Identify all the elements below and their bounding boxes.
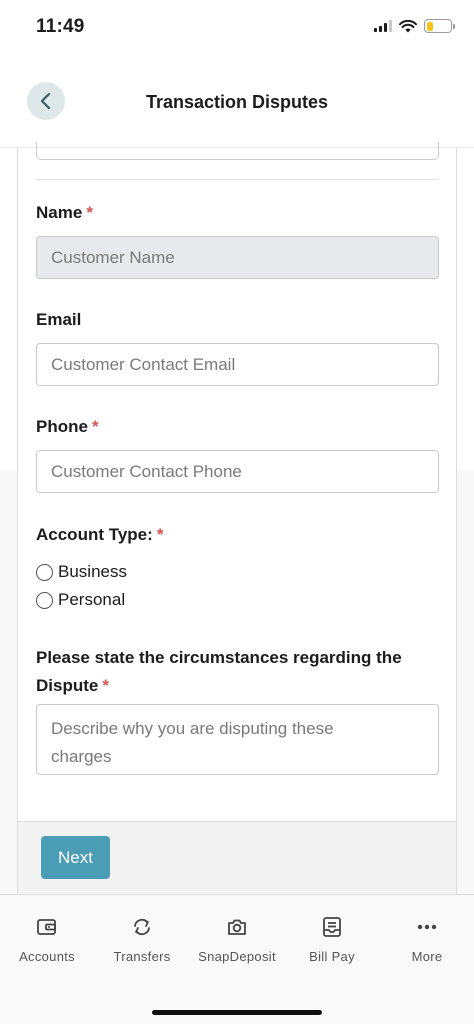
transfer-arrows-icon [134, 918, 150, 936]
textarea-placeholder-line1: Describe why you are disputing these [51, 719, 334, 738]
bill-tray-icon [323, 917, 341, 937]
previous-input-field[interactable] [36, 142, 439, 160]
tab-more[interactable]: More [380, 915, 474, 964]
required-marker: * [156, 525, 164, 544]
phone-field[interactable]: Customer Contact Phone [36, 450, 439, 493]
circumstances-label: Please state the circumstances regarding… [36, 648, 402, 695]
tab-label: Accounts [19, 949, 75, 964]
tab-transfers[interactable]: Transfers [95, 915, 189, 964]
tab-label: More [411, 949, 443, 964]
form-footer: Next [17, 821, 457, 894]
phone-label: Phone * [36, 417, 99, 436]
tab-bar: Accounts Transfers SnapDeposit Bill Pay … [0, 894, 474, 1024]
radio-button[interactable] [36, 563, 53, 581]
tab-label: SnapDeposit [198, 949, 276, 964]
phone-field-placeholder: Customer Contact Phone [51, 461, 242, 481]
tab-accounts[interactable]: Accounts [0, 915, 94, 964]
circumstances-textarea[interactable]: Describe why you are disputing these cha… [36, 704, 439, 775]
radio-personal[interactable]: Personal [36, 590, 125, 610]
section-divider [36, 179, 439, 180]
page-title: Transaction Disputes [145, 92, 329, 112]
wallet-icon [37, 919, 56, 935]
radio-business-label: Business [58, 562, 127, 581]
status-bar: 11:49 [0, 0, 474, 56]
radio-business[interactable]: Business [36, 562, 127, 582]
account-type-label: Account Type: * [36, 525, 164, 544]
radio-button[interactable] [36, 591, 53, 609]
required-marker: * [86, 203, 93, 222]
name-field[interactable]: Customer Name [36, 236, 439, 279]
name-label: Name * [36, 203, 93, 222]
radio-personal-label: Personal [58, 590, 126, 609]
status-time: 11:49 [36, 16, 85, 37]
more-dots-icon [417, 924, 437, 930]
header: Transaction Disputes [0, 56, 474, 148]
email-field[interactable]: Customer Contact Email [36, 343, 439, 386]
email-field-placeholder: Customer Contact Email [51, 354, 236, 374]
wifi-icon [399, 19, 417, 32]
dispute-form-card: Name * Customer Name Email Customer Conta… [17, 142, 457, 894]
camera-icon [228, 919, 246, 935]
tab-label: Transfers [113, 949, 171, 964]
cellular-signal-icon [374, 20, 392, 32]
battery-icon [424, 19, 455, 33]
status-icons [374, 19, 455, 33]
required-marker: * [91, 417, 99, 436]
tab-snapdeposit[interactable]: SnapDeposit [190, 915, 284, 964]
tab-label: Bill Pay [309, 949, 355, 964]
required-marker: * [102, 676, 109, 695]
tab-bill-pay[interactable]: Bill Pay [285, 915, 379, 964]
next-button[interactable]: Next [41, 836, 110, 879]
home-indicator [152, 1010, 322, 1015]
name-field-placeholder: Customer Name [51, 247, 175, 267]
textarea-placeholder-line2: charges [51, 747, 112, 766]
email-label: Email [36, 310, 82, 329]
